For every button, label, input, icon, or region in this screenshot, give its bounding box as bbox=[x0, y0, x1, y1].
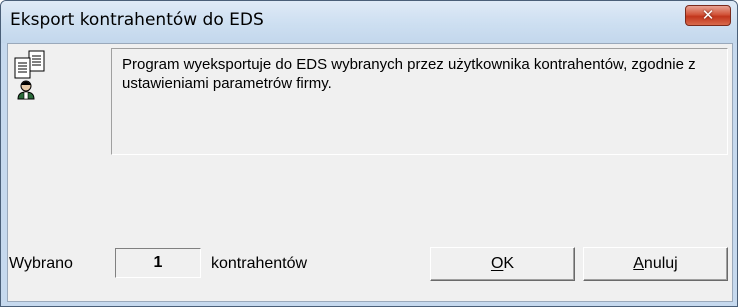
cancel-button[interactable]: Anuluj bbox=[583, 247, 728, 281]
ok-button[interactable]: OK bbox=[430, 247, 575, 281]
close-icon: ✕ bbox=[701, 6, 715, 24]
selected-count: 1 bbox=[115, 248, 201, 278]
dialog-window: Eksport kontrahentów do EDS ✕ Program wy… bbox=[0, 0, 738, 307]
close-button[interactable]: ✕ bbox=[685, 5, 731, 26]
dialog-body: Program wyeksportuje do EDS wybranych pr… bbox=[7, 43, 733, 302]
export-contractors-icon bbox=[14, 50, 45, 100]
window-title: Eksport kontrahentów do EDS bbox=[10, 10, 264, 30]
selected-label: Wybrano bbox=[9, 255, 73, 272]
ok-button-label: OK bbox=[490, 255, 515, 272]
title-bar[interactable]: Eksport kontrahentów do EDS ✕ bbox=[1, 1, 737, 43]
contractors-label: kontrahentów bbox=[211, 255, 308, 272]
info-panel: Program wyeksportuje do EDS wybranych pr… bbox=[111, 48, 728, 155]
cancel-button-label: Anuluj bbox=[633, 255, 678, 272]
info-message: Program wyeksportuje do EDS wybranych pr… bbox=[122, 56, 696, 92]
